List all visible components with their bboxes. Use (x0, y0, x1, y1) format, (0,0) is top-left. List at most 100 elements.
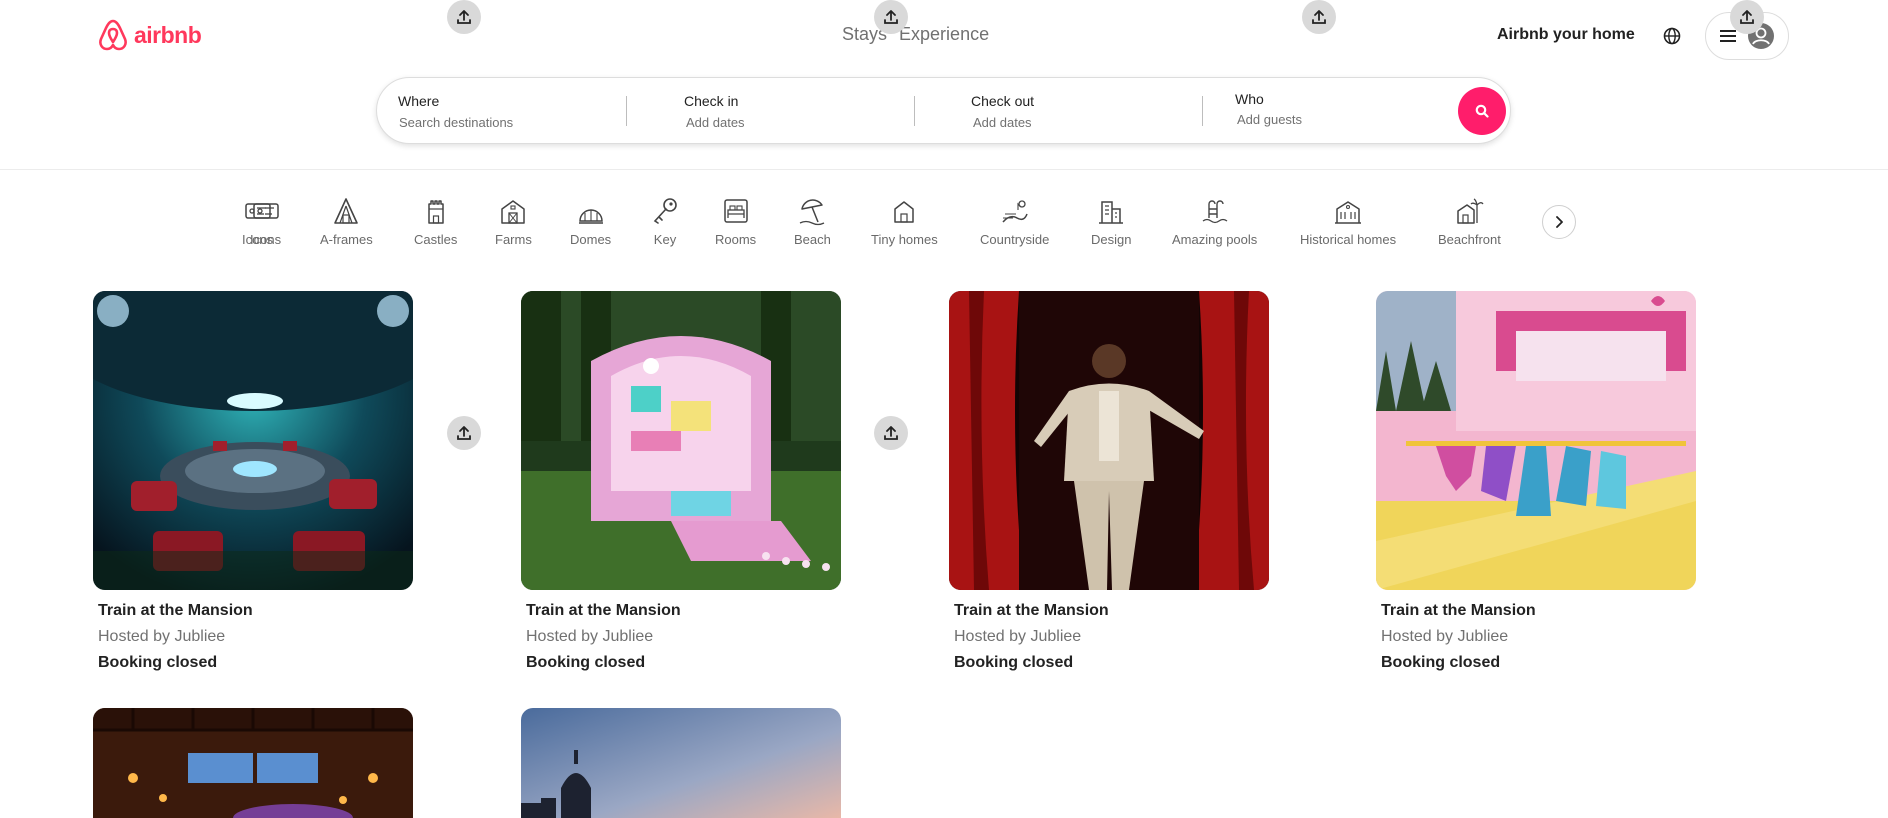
upload-button[interactable] (447, 416, 481, 450)
category-tiny-homes[interactable]: Tiny homes (871, 196, 938, 247)
countryside-icon (1002, 200, 1028, 223)
listing-photo (949, 291, 1269, 590)
header: airbnb Stays Experience Airbnb your home (0, 0, 1888, 170)
search-where[interactable]: Where Search destinations (377, 78, 627, 143)
category-historical-homes[interactable]: Historical homes (1300, 196, 1396, 247)
search-checkout-input[interactable]: Add dates (973, 115, 1032, 130)
globe-icon[interactable] (1662, 26, 1682, 46)
pool-icon (1202, 200, 1228, 224)
category-key[interactable]: Key (650, 196, 680, 247)
search-who[interactable]: Who Add guests (1203, 78, 1453, 143)
room-icon (723, 199, 748, 223)
category-label: Amazing pools (1172, 232, 1258, 247)
search-where-label: Where (398, 93, 440, 109)
category-beach[interactable]: Beach (794, 196, 831, 247)
listing-card[interactable]: Train at the Mansion Hosted by Jubliee B… (93, 291, 413, 671)
category-label: Key (653, 232, 677, 247)
category-label: Beach (794, 232, 831, 247)
category-a-frames[interactable]: A-frames (320, 196, 373, 247)
upload-button[interactable] (1730, 0, 1764, 34)
listing-status: Booking closed (526, 654, 646, 671)
category-label: Farms (495, 232, 532, 247)
upload-icon (457, 426, 471, 440)
category-farms[interactable]: Farms (495, 196, 532, 247)
search-who-label: Who (1235, 91, 1264, 107)
search-bar: Where Search destinations Check in Add d… (376, 77, 1511, 144)
category-label: Tiny homes (871, 232, 938, 247)
upload-button[interactable] (447, 0, 481, 34)
search-checkout-label: Check out (971, 93, 1035, 109)
category-castles[interactable]: Castles (414, 196, 457, 247)
upload-icon (884, 10, 898, 24)
listing-image-compact-house[interactable] (521, 291, 841, 590)
chevron-right-icon (1556, 216, 1563, 228)
search-where-input[interactable]: Search destinations (399, 115, 513, 130)
listing-status: Booking closed (98, 654, 218, 671)
category-label: Rooms (715, 232, 757, 247)
historical-home-icon (1335, 201, 1362, 224)
category-label: Beachfront (1438, 232, 1501, 247)
listing-image-red-curtains[interactable] (949, 291, 1269, 590)
category-label: Domes (570, 232, 612, 247)
listing-host: Hosted by Jubliee (98, 628, 226, 645)
upload-icon (457, 10, 471, 24)
upload-icon (1740, 10, 1754, 24)
listing-photo (1376, 291, 1696, 590)
category-label: Countryside (980, 232, 1050, 247)
listing-title[interactable]: Train at the Mansion (954, 602, 1109, 620)
listing-host: Hosted by Jubliee (1381, 628, 1509, 645)
beach-icon (800, 199, 825, 226)
farm-icon (501, 200, 526, 224)
listing-status: Booking closed (1381, 654, 1501, 671)
category-icons[interactable]: Icons (250, 196, 281, 247)
listing-card[interactable] (521, 708, 841, 818)
category-design[interactable]: Design (1091, 196, 1131, 247)
category-label: Icons (250, 232, 282, 247)
airbnb-logo-text: airbnb (134, 21, 202, 48)
castle-icon (427, 200, 444, 224)
search-checkin[interactable]: Check in Add dates (627, 78, 914, 143)
airbnb-your-home-link[interactable]: Airbnb your home (1497, 26, 1635, 44)
listing-title[interactable]: Train at the Mansion (98, 602, 253, 620)
search-checkin-input[interactable]: Add dates (686, 115, 745, 130)
tab-experience[interactable]: Experience (899, 24, 989, 45)
design-icon (1099, 201, 1124, 224)
listing-card[interactable]: Train at the Mansion Hosted by Jubliee B… (1376, 291, 1696, 671)
listing-image-spaceship[interactable] (93, 291, 413, 590)
listing-host: Hosted by Jubliee (526, 628, 654, 645)
category-amazing-pools[interactable]: Amazing pools (1172, 196, 1257, 247)
a-frame-icon (334, 198, 359, 224)
category-next-button[interactable] (1542, 205, 1576, 239)
listing-card[interactable]: Train at the Mansion Hosted by Jubliee B… (949, 291, 1269, 671)
listing-title[interactable]: Train at the Mansion (526, 602, 681, 620)
search-icon (1475, 104, 1489, 118)
category-domes[interactable]: Domes (570, 196, 611, 247)
listing-image-sunset[interactable] (521, 708, 841, 818)
listing-image-cabin[interactable] (93, 708, 413, 818)
category-label: Historical homes (1300, 232, 1397, 247)
dome-icon (578, 209, 603, 224)
listing-status: Booking closed (954, 654, 1074, 671)
category-rooms[interactable]: Rooms (715, 196, 756, 247)
listing-title[interactable]: Train at the Mansion (1381, 602, 1536, 620)
category-countryside[interactable]: Countryside (980, 196, 1049, 247)
category-label: A-frames (320, 232, 373, 247)
upload-icon (1312, 10, 1326, 24)
beachfront-icon (1457, 198, 1484, 224)
nav-tabs: Stays Experience (842, 24, 989, 45)
category-label: Castles (414, 232, 458, 247)
listing-card[interactable]: Train at the Mansion Hosted by Jubliee B… (521, 291, 841, 671)
category-label: Design (1091, 232, 1132, 247)
search-button[interactable] (1458, 87, 1506, 135)
search-who-input[interactable]: Add guests (1237, 112, 1302, 127)
ticket-icon (252, 203, 279, 219)
listing-card[interactable] (93, 708, 413, 818)
airbnb-logo[interactable]: airbnb (98, 18, 202, 52)
upload-button[interactable] (1302, 0, 1336, 34)
upload-button[interactable] (874, 0, 908, 34)
upload-button[interactable] (874, 416, 908, 450)
search-checkout[interactable]: Check out Add dates (915, 78, 1202, 143)
category-beachfront[interactable]: Beachfront (1438, 196, 1501, 247)
tiny-home-icon (894, 201, 915, 223)
listing-image-dreamhouse[interactable] (1376, 291, 1696, 590)
